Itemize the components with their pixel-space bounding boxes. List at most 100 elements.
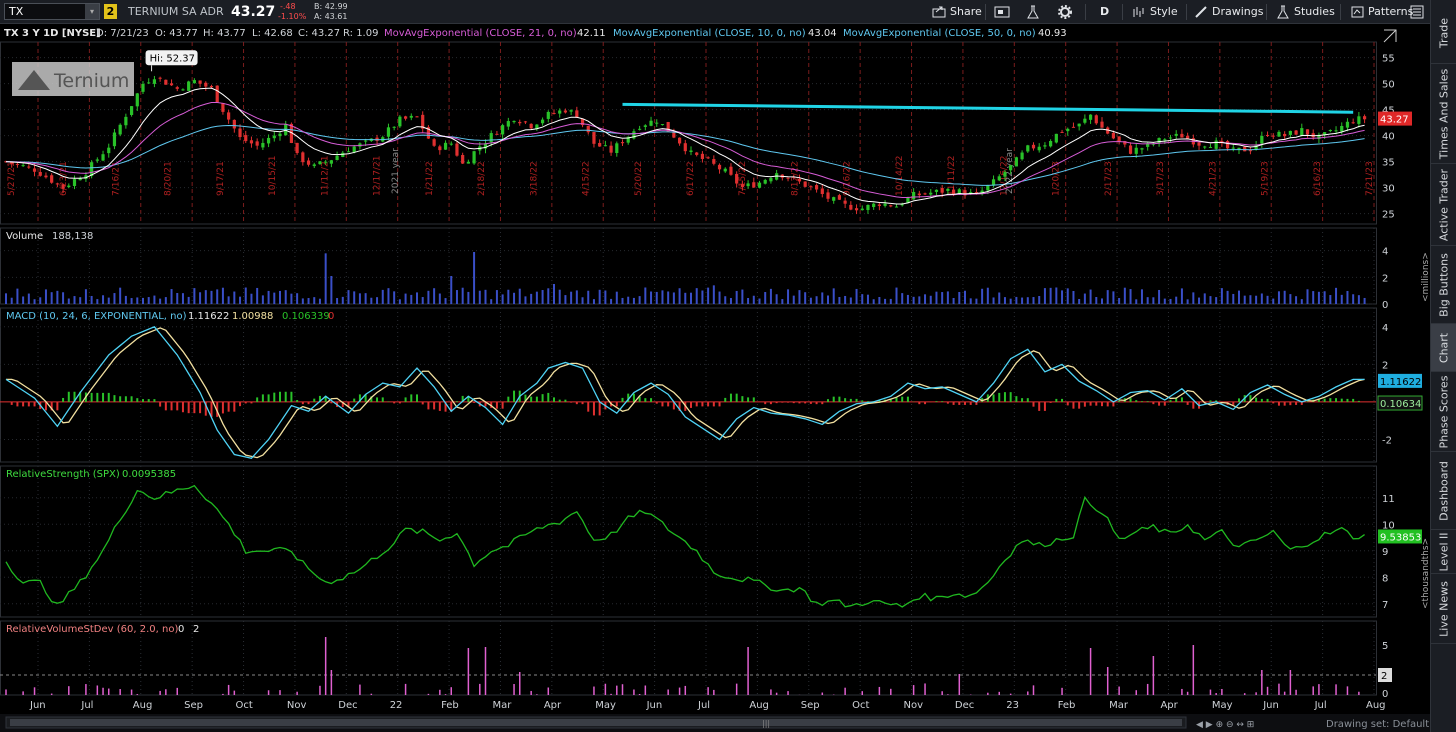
- share-button[interactable]: Share: [930, 0, 982, 24]
- zoom-controls-icon[interactable]: ◀ ▶ ⊕ ⊖ ↔ ⊞: [1196, 720, 1254, 730]
- rs-axis-tick: 11: [1382, 494, 1395, 505]
- candle-body: [164, 79, 168, 85]
- candle-body: [592, 132, 596, 144]
- candle-body: [769, 178, 773, 182]
- candle-body: [227, 112, 231, 120]
- x-axis-month-label: Oct: [236, 700, 253, 711]
- candle-body: [809, 186, 813, 188]
- pane-2-frame: [0, 307, 1377, 463]
- price-axis-tick: 40: [1382, 132, 1395, 143]
- candle-body: [569, 110, 573, 112]
- date-label: 3/18/22: [529, 161, 539, 196]
- price-header-field: MovAvgExponential (CLOSE, 50, 0, no): [843, 28, 1036, 39]
- candle-body: [843, 200, 847, 204]
- tab-active-trader[interactable]: Active Trader: [1431, 164, 1456, 246]
- pencil-icon: [1195, 6, 1207, 18]
- tab-label: Times And Sales: [1437, 68, 1451, 159]
- candle-body: [866, 204, 870, 211]
- price-marker-label: 43.27: [1380, 115, 1409, 126]
- candle-body: [729, 166, 733, 175]
- patterns-button[interactable]: Patterns: [1348, 0, 1413, 24]
- candle-body: [124, 116, 128, 126]
- tab-phase-scores[interactable]: Phase Scores: [1431, 372, 1456, 452]
- candle-body: [1294, 130, 1298, 135]
- tab-chart[interactable]: Chart: [1431, 324, 1456, 372]
- candle-body: [1277, 131, 1281, 137]
- candle-body: [181, 89, 185, 91]
- candle-body: [1203, 146, 1207, 148]
- candle-body: [940, 187, 944, 193]
- candle-body: [660, 124, 665, 126]
- style-button[interactable]: Style: [1130, 0, 1178, 24]
- candle-body: [986, 185, 990, 191]
- candle-body: [877, 204, 881, 206]
- candle-body: [364, 140, 368, 142]
- candle-body: [50, 175, 54, 183]
- candle-body: [757, 182, 762, 188]
- tab-live-news[interactable]: Live News: [1431, 574, 1456, 644]
- rs-value: 0.0095385: [122, 469, 176, 480]
- tab-dashboard[interactable]: Dashboard: [1431, 452, 1456, 530]
- rv-axis-tick: 0: [1382, 689, 1388, 700]
- pane-1-frame: [0, 227, 1377, 305]
- tab-trade[interactable]: Trade: [1431, 2, 1456, 64]
- x-axis-month-label: Feb: [441, 700, 459, 711]
- tab-big-buttons[interactable]: Big Buttons: [1431, 246, 1456, 324]
- candle-body: [169, 83, 174, 86]
- chart-area[interactable]: 253035404550555/27/21 6/23/21 7/16/21 8/20/…: [0, 24, 1430, 732]
- x-axis-month-label: Jun: [29, 700, 46, 711]
- candle-body: [803, 181, 807, 187]
- volume-unit: <millions>: [1421, 252, 1430, 302]
- price-change-pct: -1.10%: [278, 12, 307, 21]
- rv-marker-label: 2: [1381, 671, 1387, 682]
- candle-body: [763, 179, 767, 184]
- tab-level-ii[interactable]: Level II: [1431, 530, 1456, 574]
- date-label: 9/17/21: [216, 161, 226, 196]
- macd-marker-label: 1.11622: [1380, 377, 1421, 388]
- divider: [1266, 4, 1267, 20]
- candle-body: [912, 191, 916, 200]
- candle-body: [689, 150, 693, 152]
- candle-body: [38, 171, 42, 176]
- candle-body: [1117, 136, 1121, 142]
- candle-body: [1180, 133, 1184, 138]
- price-axis-tick: 25: [1382, 210, 1395, 221]
- candle-body: [923, 193, 927, 195]
- company-name: TERNIUM SA ADR: [128, 5, 224, 18]
- tab-times-and-sales[interactable]: Times And Sales: [1431, 64, 1456, 164]
- candle-body: [620, 142, 625, 144]
- snapshot-button[interactable]: [992, 0, 1010, 24]
- menu-button[interactable]: [1408, 0, 1424, 24]
- symbol-input[interactable]: TX ▾: [4, 3, 100, 20]
- flask-button[interactable]: [1024, 0, 1039, 24]
- studies-button[interactable]: Studies: [1274, 0, 1335, 24]
- candle-body: [786, 177, 790, 179]
- candle-body: [1345, 121, 1350, 128]
- candle-body: [1214, 140, 1218, 149]
- candle-body: [752, 182, 756, 188]
- candle-body: [706, 157, 710, 159]
- style-icon: [1133, 7, 1144, 17]
- candle-body: [820, 188, 824, 194]
- candle-body: [849, 204, 853, 210]
- tab-label: Big Buttons: [1437, 252, 1451, 317]
- x-axis-month-label: Sep: [184, 700, 203, 711]
- candle-body: [797, 178, 802, 182]
- tab-label: Trade: [1437, 17, 1451, 48]
- candle-body: [1260, 135, 1264, 144]
- date-label: 5/19/23: [1261, 161, 1271, 196]
- candle-body: [158, 77, 162, 79]
- price-header-field: R: 1.09: [343, 28, 378, 39]
- candle-body: [438, 146, 442, 151]
- symbol-dropdown-icon[interactable]: ▾: [85, 4, 99, 19]
- settings-button[interactable]: [1056, 0, 1072, 24]
- x-axis-month-label: Jul: [80, 700, 93, 711]
- scrollbar-thumb[interactable]: [10, 719, 1182, 726]
- expand-icon[interactable]: [1383, 29, 1397, 43]
- tab-label: Active Trader: [1437, 168, 1451, 241]
- candle-body: [409, 115, 413, 118]
- drawings-button[interactable]: Drawings: [1192, 0, 1263, 24]
- link-group-badge[interactable]: 2: [104, 4, 117, 19]
- period-button[interactable]: D: [1094, 0, 1109, 24]
- candle-body: [249, 140, 254, 144]
